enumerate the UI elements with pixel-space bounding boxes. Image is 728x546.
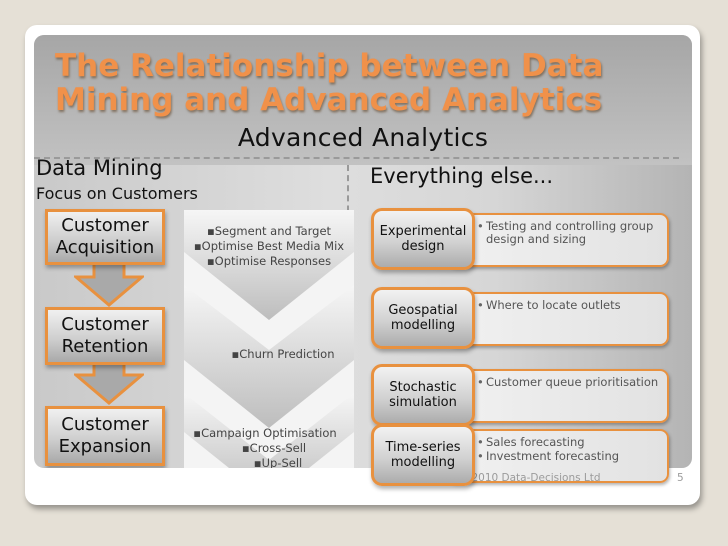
stage-customer-expansion: Customer Expansion: [45, 406, 165, 466]
slide: The Relationship between Data Mining and…: [25, 25, 700, 505]
stage-customer-retention: Customer Retention: [45, 307, 165, 365]
activity-item: ▪Cross-Sell: [241, 441, 307, 455]
technique-name: Geospatial modelling: [371, 287, 475, 349]
data-mining-heading: Data Mining: [36, 156, 163, 180]
slide-title: The Relationship between Data Mining and…: [55, 48, 604, 118]
content-panel: The Relationship between Data Mining and…: [34, 35, 692, 468]
activities-acquisition: ▪Segment and Target ▪Optimise Best Media…: [184, 224, 354, 269]
bullet-item: Testing and controlling group design and…: [477, 220, 659, 246]
activities-retention: ▪Churn Prediction: [184, 347, 368, 362]
down-arrow-icon: [74, 259, 144, 307]
bullet-item: Customer queue prioritisation: [477, 376, 659, 390]
technique-experimental-design: Testing and controlling group design and…: [371, 208, 671, 270]
technique-detail: Testing and controlling group design and…: [447, 213, 669, 267]
technique-stochastic-simulation: Customer queue prioritisation Stochastic…: [371, 364, 671, 426]
bullet-item: Where to locate outlets: [477, 299, 659, 313]
technique-geospatial-modelling: Where to locate outlets Geospatial model…: [371, 287, 671, 349]
bullet-item: Investment forecasting: [477, 450, 659, 464]
technique-name: Experimental design: [371, 208, 475, 270]
data-mining-subheading: Focus on Customers: [36, 184, 198, 203]
activity-item: ▪Campaign Optimisation: [193, 426, 337, 440]
technique-name: Time-series modelling: [371, 424, 475, 486]
page-number: 5: [677, 472, 684, 484]
activity-item: ▪Optimise Best Media Mix: [193, 239, 345, 253]
activity-item: ▪Optimise Responses: [206, 254, 332, 268]
bullet-item: Sales forecasting: [477, 436, 659, 450]
stage-customer-acquisition: Customer Acquisition: [45, 209, 165, 265]
activity-item: ▪Up-Sell: [253, 456, 303, 468]
technique-detail: Customer queue prioritisation: [447, 369, 669, 423]
technique-name: Stochastic simulation: [371, 364, 475, 426]
section-heading-advanced-analytics: Advanced Analytics: [237, 123, 489, 152]
activities-expansion: ▪Campaign Optimisation ▪Cross-Sell ▪Up-S…: [184, 426, 354, 468]
activity-item: ▪Segment and Target: [206, 224, 332, 238]
everything-else-heading: Everything else...: [370, 164, 554, 188]
technique-detail: Where to locate outlets: [447, 292, 669, 346]
activity-item: ▪Churn Prediction: [231, 347, 335, 361]
